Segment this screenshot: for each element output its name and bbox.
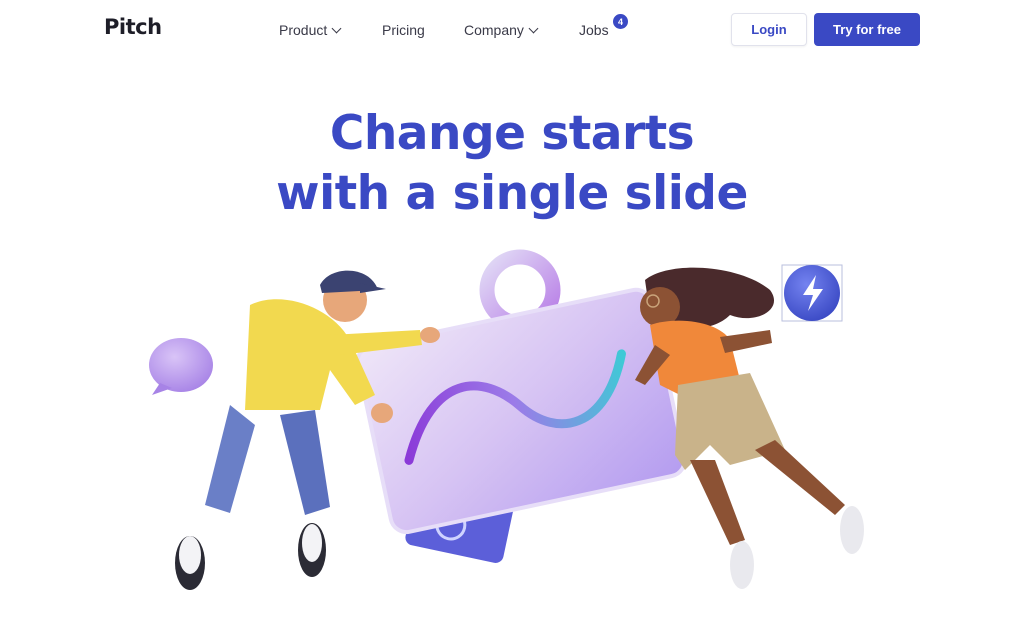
site-header: Pitch Product Pricing Company Jobs 4 Log… [0, 0, 1024, 60]
nav-item-company[interactable]: Company [464, 22, 539, 38]
nav-item-pricing[interactable]: Pricing [382, 22, 425, 38]
nav-item-label: Jobs [579, 22, 609, 38]
speech-bubble-icon [149, 338, 213, 395]
nav-item-jobs[interactable]: Jobs [579, 22, 609, 38]
login-button[interactable]: Login [731, 13, 807, 46]
hero-title-line-2: with a single slide [276, 166, 748, 221]
chevron-down-icon [528, 23, 539, 33]
chevron-down-icon [331, 23, 342, 33]
nav-item-label: Pricing [382, 22, 425, 38]
hero-title-line-1: Change starts [329, 106, 695, 161]
nav-item-product[interactable]: Product [279, 22, 342, 38]
hero-illustration-svg [149, 249, 864, 590]
nav-item-label: Product [279, 22, 328, 38]
slide-card [355, 287, 687, 535]
hero-illustration [130, 245, 890, 615]
hero-title: Change starts with a single slide [0, 104, 1024, 224]
lightning-icon [781, 264, 843, 322]
nav-item-label: Company [464, 22, 524, 38]
jobs-count-badge: 4 [613, 14, 628, 29]
try-for-free-button[interactable]: Try for free [814, 13, 920, 46]
